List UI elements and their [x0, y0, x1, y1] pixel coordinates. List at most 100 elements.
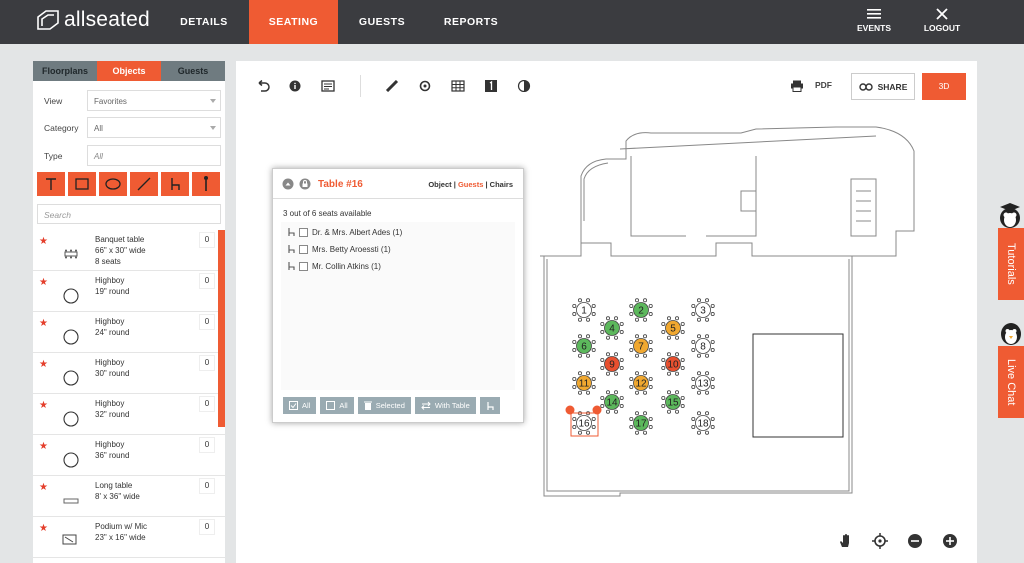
chair-seat[interactable] [643, 411, 648, 416]
chair-seat[interactable] [577, 430, 582, 435]
chair-seat[interactable] [661, 395, 666, 400]
chair-seat[interactable] [691, 339, 696, 344]
chair-seat[interactable] [591, 416, 596, 421]
chair-seat[interactable] [675, 409, 680, 414]
favorite-star-icon[interactable]: ★ [39, 318, 48, 329]
favorite-star-icon[interactable]: ★ [39, 482, 48, 493]
table-9[interactable]: 9 [600, 352, 624, 376]
favorite-star-icon[interactable]: ★ [39, 400, 48, 411]
chair-seat[interactable] [691, 348, 696, 353]
recenter-icon[interactable] [872, 533, 888, 549]
chair-seat[interactable] [661, 366, 666, 371]
delete-selected-button[interactable]: Selected [357, 397, 411, 414]
chair-seat[interactable] [634, 298, 639, 303]
chair-seat[interactable] [691, 385, 696, 390]
chair-seat[interactable] [643, 430, 648, 435]
chair-seat[interactable] [705, 353, 710, 358]
chair-seat[interactable] [675, 335, 680, 340]
chair-seat[interactable] [710, 425, 715, 430]
table-10[interactable]: 10 [661, 352, 685, 376]
chair-seat[interactable] [634, 334, 639, 339]
chair-seat[interactable] [691, 312, 696, 317]
tutorials-tab[interactable]: Tutorials [998, 228, 1024, 300]
chair-seat[interactable] [586, 298, 591, 303]
rectangle-tool-icon[interactable] [68, 172, 96, 196]
chair-seat[interactable] [696, 430, 701, 435]
chair-seat[interactable] [591, 339, 596, 344]
chair-seat[interactable] [661, 404, 666, 409]
object-list-item[interactable]: ★ Highboy 19" round 0 [33, 271, 225, 312]
deselect-all-button[interactable]: All [320, 397, 354, 414]
chair-seat[interactable] [634, 317, 639, 322]
tab-floorplans[interactable]: Floorplans [33, 61, 97, 81]
chair-seat[interactable] [586, 317, 591, 322]
object-list-item[interactable]: ★ Highboy 24" round 0 [33, 312, 225, 353]
chair-seat[interactable] [643, 390, 648, 395]
chair-seat[interactable] [577, 371, 582, 376]
chair-seat[interactable] [696, 334, 701, 339]
chair-seat[interactable] [705, 334, 710, 339]
chair-seat[interactable] [586, 430, 591, 435]
chair-seat[interactable] [619, 321, 624, 326]
table-1[interactable]: 1 [572, 298, 596, 322]
lock-icon[interactable] [299, 178, 311, 190]
chair-seat[interactable] [634, 411, 639, 416]
pole-tool-icon[interactable] [192, 172, 220, 196]
chair-seat[interactable] [680, 366, 685, 371]
chair-seat[interactable] [586, 353, 591, 358]
chair-seat[interactable] [680, 330, 685, 335]
chair-seat[interactable] [614, 352, 619, 357]
guest-checkbox[interactable] [299, 227, 308, 237]
chair-seat[interactable] [661, 357, 666, 362]
chair-seat[interactable] [634, 430, 639, 435]
nav-seating[interactable]: SEATING [249, 0, 338, 44]
chair-seat[interactable] [619, 395, 624, 400]
chair-seat[interactable] [634, 371, 639, 376]
favorite-star-icon[interactable]: ★ [39, 441, 48, 452]
chair-seat[interactable] [691, 416, 696, 421]
favorite-star-icon[interactable]: ★ [39, 236, 48, 247]
type-input[interactable]: All [87, 145, 221, 166]
table-18[interactable]: 18 [691, 411, 715, 435]
chair-seat[interactable] [572, 425, 577, 430]
chair-seat[interactable] [586, 334, 591, 339]
chair-seat[interactable] [629, 303, 634, 308]
chair-seat[interactable] [696, 411, 701, 416]
chair-seat[interactable] [675, 316, 680, 321]
favorite-star-icon[interactable]: ★ [39, 523, 48, 534]
chair-seat[interactable] [648, 348, 653, 353]
chair-seat[interactable] [591, 348, 596, 353]
chair-seat[interactable] [643, 334, 648, 339]
object-list-item[interactable]: ★ Podium w/ Mic 23" x 16" wide 0 [33, 517, 225, 558]
chair-seat[interactable] [600, 357, 605, 362]
table-2[interactable]: 2 [629, 298, 653, 322]
chair-seat[interactable] [614, 409, 619, 414]
chair-seat[interactable] [614, 390, 619, 395]
chair-seat[interactable] [675, 352, 680, 357]
table-13[interactable]: 13 [691, 371, 715, 395]
object-count-input[interactable]: 0 [199, 478, 215, 494]
chair-seat[interactable] [577, 317, 582, 322]
dance-floor[interactable] [752, 333, 844, 438]
chair-seat[interactable] [680, 357, 685, 362]
chair-seat[interactable] [634, 353, 639, 358]
view-select[interactable]: Favorites [87, 90, 221, 111]
table-11[interactable]: 11 [572, 371, 596, 395]
ellipse-tool-icon[interactable] [99, 172, 127, 196]
tab-objects[interactable]: Objects [97, 61, 161, 81]
chair-seat[interactable] [680, 395, 685, 400]
chair-seat[interactable] [629, 425, 634, 430]
table-4[interactable]: 4 [600, 316, 624, 340]
guest-row[interactable]: Mrs. Betty Aroessti (1) [287, 244, 391, 254]
allseated-logo[interactable]: allseated [36, 8, 150, 32]
chair-seat[interactable] [600, 404, 605, 409]
object-search-input[interactable]: Search [37, 204, 221, 224]
object-list-item[interactable]: ★ Long table 8' x 36" wide 0 [33, 476, 225, 517]
object-count-input[interactable]: 0 [199, 355, 215, 371]
chair-seat[interactable] [577, 298, 582, 303]
chair-seat[interactable] [666, 390, 671, 395]
chair-seat[interactable] [572, 339, 577, 344]
table-15[interactable]: 15 [661, 390, 685, 414]
chair-seat[interactable] [666, 335, 671, 340]
chair-seat[interactable] [705, 298, 710, 303]
